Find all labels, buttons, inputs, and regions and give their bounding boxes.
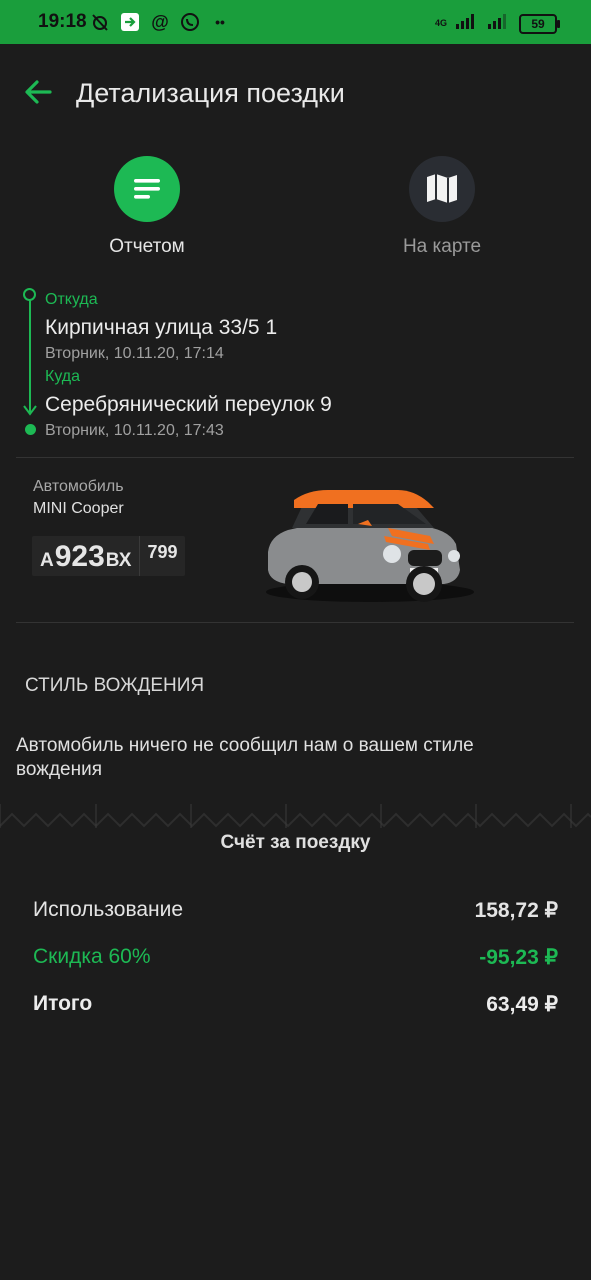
network-type: 4G [434, 18, 447, 28]
receipt-edge [0, 800, 591, 828]
whatsapp-icon [178, 10, 202, 34]
back-arrow-icon[interactable] [22, 76, 54, 108]
plate-letter: А [40, 550, 54, 571]
trip-route: Откуда Кирпичная улица 33/5 1 Вторник, 1… [0, 286, 591, 446]
signal-icon [455, 12, 479, 35]
end-point-icon [25, 424, 36, 435]
to-label: Куда [45, 368, 81, 385]
app-header: Детализация поездки [0, 64, 591, 124]
view-mode-report[interactable]: Отчетом [47, 156, 247, 258]
bill-usage-label: Использование [33, 898, 184, 921]
bill-row-total: Итого 63,49 ₽ [33, 992, 558, 1017]
from-address: Кирпичная улица 33/5 1 [45, 316, 278, 339]
more-dots-icon: •• [215, 14, 225, 30]
bill-total-amount: 63,49 ₽ [486, 993, 558, 1016]
car-model: MINI Cooper [33, 500, 124, 517]
arrow-down-icon [23, 405, 37, 416]
car-label: Автомобиль [33, 478, 124, 495]
view-mode-report-label: Отчетом [109, 236, 185, 257]
bill-discount-amount: -95,23 ₽ [479, 946, 558, 969]
plate-letters: ВХ [105, 550, 132, 571]
to-address: Серебрянический переулок 9 [45, 393, 332, 416]
car-image [266, 490, 474, 602]
divider [16, 622, 574, 623]
bill-row-usage: Использование 158,72 ₽ [33, 898, 558, 923]
driving-style-text: Автомобиль ничего не сообщил нам о вашем… [16, 735, 474, 780]
bill-discount-label: Скидка 60% [33, 945, 151, 968]
license-plate: А 923 ВХ 799 [32, 536, 185, 576]
start-point-icon [23, 288, 36, 301]
bill-usage-amount: 158,72 ₽ [474, 899, 558, 922]
alarm-off-icon [88, 10, 112, 34]
arrow-app-icon [118, 10, 142, 34]
status-bar: 19:18 @ •• 4G 59 [0, 0, 591, 44]
from-label: Откуда [45, 291, 98, 308]
battery-icon: 59 [519, 13, 560, 34]
page-title: Детализация поездки [76, 78, 345, 108]
list-icon [114, 156, 180, 222]
status-time: 19:18 [38, 11, 87, 32]
signal-2-icon [487, 12, 511, 35]
bill-title: Счёт за поездку [220, 832, 371, 853]
to-time: Вторник, 10.11.20, 17:43 [45, 422, 224, 439]
driving-style-title: СТИЛЬ ВОЖДЕНИЯ [25, 675, 205, 696]
bill-total-label: Итого [33, 992, 93, 1015]
at-icon: @ [151, 11, 169, 32]
trip-bill [0, 800, 591, 1280]
view-mode-map[interactable]: На карте [342, 156, 542, 258]
map-icon [409, 156, 475, 222]
plate-number: 923 [54, 540, 105, 573]
from-time: Вторник, 10.11.20, 17:14 [45, 345, 224, 362]
bill-row-discount: Скидка 60% -95,23 ₽ [33, 945, 558, 970]
view-mode-map-label: На карте [402, 236, 482, 257]
plate-region: 799 [139, 536, 184, 576]
route-line [29, 300, 31, 412]
divider [16, 457, 574, 458]
